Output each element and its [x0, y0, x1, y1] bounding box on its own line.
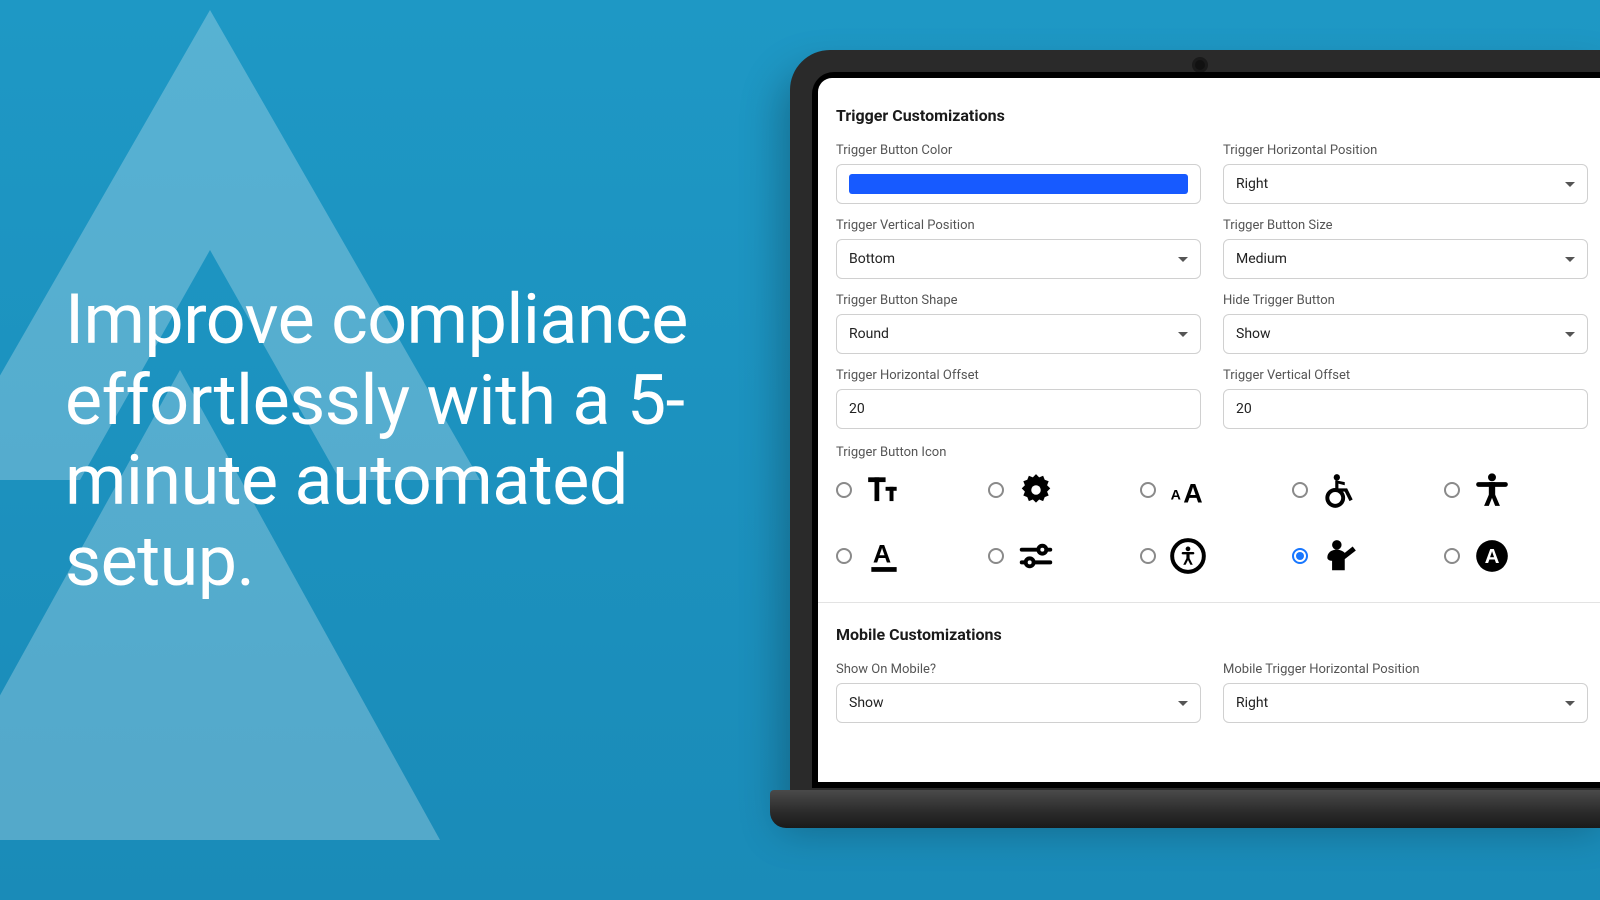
icon-option-text-size[interactable]: [836, 470, 970, 510]
mobile-fields-grid: Show On Mobile? Show Mobile Trigger Hori…: [836, 662, 1588, 723]
field-button-size: Trigger Button Size Medium: [1223, 218, 1588, 279]
field-button-shape: Trigger Button Shape Round: [836, 293, 1201, 354]
svg-text:A: A: [1485, 545, 1500, 568]
chevron-down-icon: [1178, 257, 1188, 262]
label-mobile-horizontal: Mobile Trigger Horizontal Position: [1223, 662, 1588, 677]
label-vertical-offset: Trigger Vertical Offset: [1223, 368, 1588, 383]
laptop-bezel: Trigger Customizations Trigger Button Co…: [812, 72, 1600, 788]
select-vertical-position[interactable]: Bottom: [836, 239, 1201, 279]
chevron-down-icon: [1178, 701, 1188, 706]
mobile-section-title: Mobile Customizations: [836, 625, 1588, 644]
marketing-stage: Improve compliance effortlessly with a 5…: [0, 0, 1600, 900]
chevron-down-icon: [1565, 701, 1575, 706]
select-value: Bottom: [849, 251, 895, 267]
label-trigger-icon: Trigger Button Icon: [836, 445, 1588, 460]
field-hide-trigger: Hide Trigger Button Show: [1223, 293, 1588, 354]
select-value: Round: [849, 326, 889, 342]
radio-icon-text-size[interactable]: [836, 482, 852, 498]
input-value: 20: [1236, 401, 1252, 417]
select-value: Right: [1236, 176, 1268, 192]
radio-icon-a-badge[interactable]: [1444, 548, 1460, 564]
font-scale-icon: AA: [1168, 470, 1208, 510]
field-vertical-position: Trigger Vertical Position Bottom: [836, 218, 1201, 279]
radio-icon-accessibility-body[interactable]: [1444, 482, 1460, 498]
laptop-camera: [1195, 60, 1205, 70]
icon-option-accessibility-body[interactable]: [1444, 470, 1578, 510]
text-size-icon: [864, 470, 904, 510]
label-horizontal-offset: Trigger Horizontal Offset: [836, 368, 1201, 383]
laptop-frame: Trigger Customizations Trigger Button Co…: [790, 50, 1600, 810]
radio-icon-gear[interactable]: [988, 482, 1004, 498]
radio-icon-sliders[interactable]: [988, 548, 1004, 564]
chevron-down-icon: [1565, 182, 1575, 187]
label-vertical-position: Trigger Vertical Position: [836, 218, 1201, 233]
radio-icon-underline-a[interactable]: [836, 548, 852, 564]
underline-a-icon: A: [864, 536, 904, 576]
laptop-base: [770, 790, 1600, 828]
icon-option-hand-raised[interactable]: [1292, 536, 1426, 576]
field-mobile-horizontal: Mobile Trigger Horizontal Position Right: [1223, 662, 1588, 723]
chevron-down-icon: [1178, 332, 1188, 337]
select-horizontal-position[interactable]: Right: [1223, 164, 1588, 204]
label-button-shape: Trigger Button Shape: [836, 293, 1201, 308]
label-trigger-color: Trigger Button Color: [836, 143, 1201, 158]
color-swatch: [849, 174, 1188, 194]
select-value: Right: [1236, 695, 1268, 711]
svg-text:A: A: [1183, 479, 1202, 509]
label-show-on-mobile: Show On Mobile?: [836, 662, 1201, 677]
select-mobile-horizontal[interactable]: Right: [1223, 683, 1588, 723]
radio-icon-wheelchair[interactable]: [1292, 482, 1308, 498]
radio-icon-person-circle[interactable]: [1140, 548, 1156, 564]
radio-icon-hand-raised[interactable]: [1292, 548, 1308, 564]
accessibility-body-icon: [1472, 470, 1512, 510]
color-picker[interactable]: [836, 164, 1201, 204]
input-horizontal-offset[interactable]: 20: [836, 389, 1201, 429]
icon-option-sliders[interactable]: [988, 536, 1122, 576]
settings-panel: Trigger Customizations Trigger Button Co…: [818, 78, 1600, 723]
field-trigger-color: Trigger Button Color: [836, 143, 1201, 204]
icon-option-underline-a[interactable]: A: [836, 536, 970, 576]
select-value: Show: [849, 695, 884, 711]
a-badge-icon: A: [1472, 536, 1512, 576]
trigger-section-title: Trigger Customizations: [836, 106, 1588, 125]
select-value: Medium: [1236, 251, 1287, 267]
marketing-headline: Improve compliance effortlessly with a 5…: [65, 280, 795, 602]
chevron-down-icon: [1565, 257, 1575, 262]
icon-option-font-scale[interactable]: AA: [1140, 470, 1274, 510]
trigger-fields-grid: Trigger Button Color Trigger Horizontal …: [836, 143, 1588, 429]
gear-icon: [1016, 470, 1056, 510]
input-value: 20: [849, 401, 865, 417]
section-divider: [818, 602, 1600, 603]
icon-option-a-badge[interactable]: A: [1444, 536, 1578, 576]
field-horizontal-offset: Trigger Horizontal Offset 20: [836, 368, 1201, 429]
label-button-size: Trigger Button Size: [1223, 218, 1588, 233]
icon-option-wheelchair[interactable]: [1292, 470, 1426, 510]
select-button-size[interactable]: Medium: [1223, 239, 1588, 279]
sliders-icon: [1016, 536, 1056, 576]
icon-option-grid: AA: [836, 470, 1588, 576]
select-hide-trigger[interactable]: Show: [1223, 314, 1588, 354]
field-vertical-offset: Trigger Vertical Offset 20: [1223, 368, 1588, 429]
select-value: Show: [1236, 326, 1271, 342]
select-show-on-mobile[interactable]: Show: [836, 683, 1201, 723]
label-horizontal-position: Trigger Horizontal Position: [1223, 143, 1588, 158]
icon-option-gear[interactable]: [988, 470, 1122, 510]
select-button-shape[interactable]: Round: [836, 314, 1201, 354]
field-horizontal-position: Trigger Horizontal Position Right: [1223, 143, 1588, 204]
hand-raised-icon: [1320, 536, 1360, 576]
svg-text:A: A: [873, 540, 891, 568]
icon-option-person-circle[interactable]: [1140, 536, 1274, 576]
person-circle-icon: [1168, 536, 1208, 576]
label-hide-trigger: Hide Trigger Button: [1223, 293, 1588, 308]
chevron-down-icon: [1565, 332, 1575, 337]
field-show-on-mobile: Show On Mobile? Show: [836, 662, 1201, 723]
svg-text:A: A: [1171, 488, 1181, 504]
input-vertical-offset[interactable]: 20: [1223, 389, 1588, 429]
radio-icon-font-scale[interactable]: [1140, 482, 1156, 498]
wheelchair-icon: [1320, 470, 1360, 510]
app-screen: Trigger Customizations Trigger Button Co…: [818, 78, 1600, 782]
